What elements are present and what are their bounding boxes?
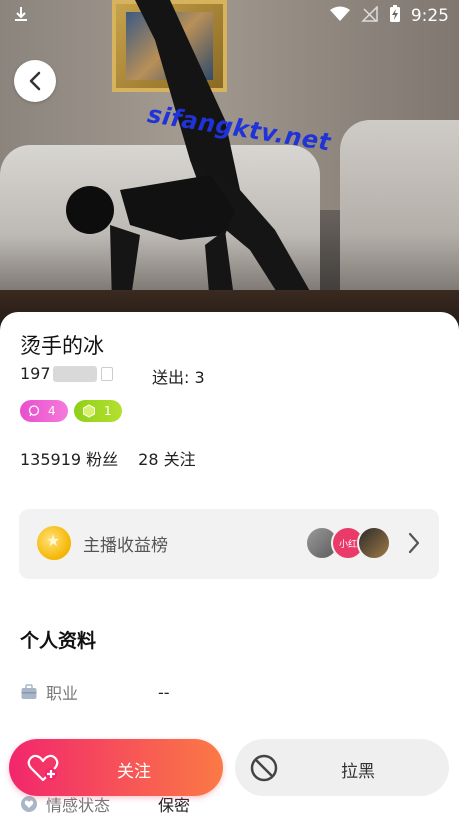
block-icon [250, 754, 278, 782]
follow-label: 关注 [117, 762, 151, 782]
profile-badges: 4 1 [20, 400, 122, 422]
ranking-title: 主播收益榜 [83, 536, 168, 556]
copy-icon[interactable] [100, 366, 113, 381]
no-signal-icon [361, 5, 379, 26]
badge-chat-level: 4 [20, 400, 68, 422]
wifi-icon [329, 6, 351, 26]
status-time: 9:25 [410, 6, 449, 26]
followers-count[interactable]: 135919 粉丝 [20, 446, 118, 470]
profile-cover-photo: sifangktv.net [0, 0, 459, 330]
coin-icon [37, 526, 71, 560]
profile-stats: 135919 粉丝 28 关注 [20, 446, 196, 470]
following-count[interactable]: 28 关注 [138, 446, 195, 470]
badge-wealth-value: 1 [104, 404, 112, 418]
battery-charging-icon [389, 5, 401, 27]
download-icon [12, 5, 30, 27]
cover-armchair [340, 120, 459, 310]
briefcase-icon [21, 684, 37, 699]
profile-id-prefix: 197 [20, 364, 51, 383]
cover-person [66, 0, 315, 305]
bottom-action-bar: 关注 拉黑 [0, 728, 459, 816]
profile-id: 197 [20, 364, 113, 383]
personal-info-title: 个人资料 [20, 630, 97, 652]
follow-button[interactable]: 关注 [9, 739, 223, 796]
heart-plus-icon [27, 754, 59, 782]
badge-chat-value: 4 [48, 404, 56, 418]
chevron-right-icon [408, 532, 420, 554]
block-label: 拉黑 [341, 762, 375, 782]
badge-wealth-level: 1 [74, 400, 122, 422]
avatar [357, 526, 391, 560]
hexagon-icon [83, 404, 95, 418]
status-bar: 9:25 [0, 0, 459, 30]
info-label: 职业 [46, 684, 79, 703]
earnings-ranking-card[interactable]: 主播收益榜 小红 [19, 509, 439, 579]
info-value: -- [158, 682, 170, 702]
info-row-occupation: 职业 -- [20, 680, 440, 704]
ranking-avatars: 小红 [305, 526, 391, 560]
chat-icon [28, 405, 40, 417]
chevron-left-icon [29, 71, 41, 91]
profile-id-redacted [52, 365, 97, 382]
avatar-label: 小红 [338, 539, 357, 550]
block-button[interactable]: 拉黑 [235, 739, 449, 796]
back-button[interactable] [14, 60, 56, 102]
profile-sent-count: 送出: 3 [152, 368, 205, 387]
profile-name: 烫手的冰 [20, 334, 104, 358]
